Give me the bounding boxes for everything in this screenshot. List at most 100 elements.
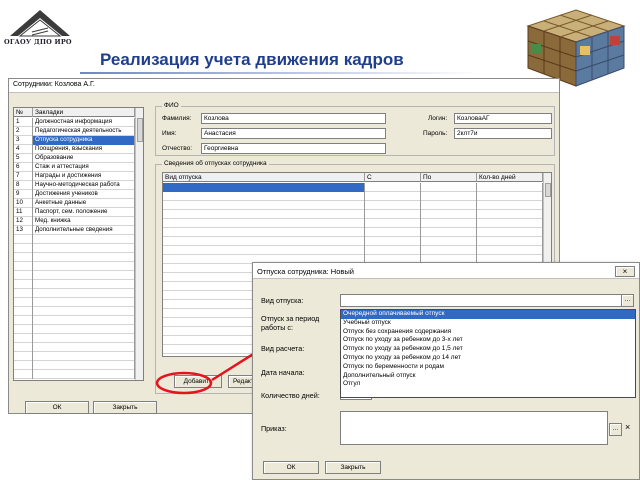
table-cell xyxy=(477,183,543,192)
logo-text: ОГАОУ ДПО ИРО xyxy=(4,38,72,46)
order-clear-icon[interactable]: × xyxy=(625,423,630,432)
table-row[interactable] xyxy=(163,237,543,246)
table-cell xyxy=(421,237,477,246)
row-name: Достижения учеников xyxy=(33,190,135,199)
row-name xyxy=(33,235,135,244)
table-row[interactable] xyxy=(163,246,543,255)
dropdown-option[interactable]: Отпуск по уходу за ребенком до 3-х лет xyxy=(341,336,635,345)
table-row[interactable]: 2 Педагогическая деятельность xyxy=(14,127,135,136)
dropdown-option[interactable]: Отгул xyxy=(341,380,635,389)
dialog-close-button[interactable]: Закрыть xyxy=(325,461,381,474)
table-row[interactable]: 13 Дополнительные сведения xyxy=(14,226,135,235)
table-row[interactable] xyxy=(14,334,135,343)
row-num: 6 xyxy=(14,163,33,172)
dialog-titlebar: Отпуска сотрудника: Новый xyxy=(253,263,639,279)
table-row[interactable] xyxy=(14,280,135,289)
table-row[interactable] xyxy=(163,219,543,228)
patronymic-field[interactable]: Георгиевна xyxy=(201,143,386,154)
table-row[interactable]: 5 Образование xyxy=(14,154,135,163)
table-row[interactable] xyxy=(163,201,543,210)
table-row[interactable]: 1 Должностная информация xyxy=(14,118,135,127)
row-num xyxy=(14,298,33,307)
order-select-button[interactable]: ... xyxy=(609,423,622,436)
table-row[interactable] xyxy=(14,235,135,244)
table-row[interactable]: 7 Награды и достижения xyxy=(14,172,135,181)
table-row[interactable] xyxy=(14,307,135,316)
row-name: Дополнительные сведения xyxy=(33,226,135,235)
password-field[interactable]: 2клт7и xyxy=(454,128,552,139)
table-cell xyxy=(477,192,543,201)
dropdown-option[interactable]: Очередной оплачиваемый отпуск xyxy=(341,310,635,319)
table-row[interactable] xyxy=(163,228,543,237)
login-field[interactable]: КозловаАГ xyxy=(454,113,552,124)
table-row[interactable]: 6 Стаж и аттестация xyxy=(14,163,135,172)
name-field[interactable]: Анастасия xyxy=(201,128,386,139)
row-name: Паспорт, сем. положение xyxy=(33,208,135,217)
bookmarks-scrollbar[interactable] xyxy=(135,108,143,380)
row-num: 11 xyxy=(14,208,33,217)
dropdown-option[interactable]: Дополнительный отпуск xyxy=(341,372,635,381)
vacation-type-dropdown-button[interactable]: ... xyxy=(621,294,634,307)
table-row[interactable] xyxy=(14,352,135,361)
table-row[interactable] xyxy=(14,262,135,271)
table-cell xyxy=(163,219,365,228)
new-vacation-dialog: Отпуска сотрудника: Новый × Вид отпуска:… xyxy=(252,262,640,480)
table-row[interactable] xyxy=(163,192,543,201)
close-button[interactable]: Закрыть xyxy=(93,401,157,414)
dropdown-option[interactable]: Отпуск по беременности и родам xyxy=(341,363,635,372)
col-num-header[interactable]: № xyxy=(14,108,33,117)
slide-title: Реализация учета движения кадров xyxy=(100,50,404,69)
table-row[interactable] xyxy=(14,316,135,325)
table-row[interactable]: 4 Поощрения, взыскания xyxy=(14,145,135,154)
vacation-type-select[interactable] xyxy=(340,294,622,307)
ok-button[interactable]: ОК xyxy=(25,401,89,414)
table-row[interactable] xyxy=(14,343,135,352)
row-name xyxy=(33,280,135,289)
col-type-header[interactable]: Вид отпуска xyxy=(163,173,365,182)
col-to-header[interactable]: По xyxy=(421,173,477,182)
row-num: 7 xyxy=(14,172,33,181)
row-name: Должностная информация xyxy=(33,118,135,127)
table-cell xyxy=(365,219,421,228)
row-num xyxy=(14,352,33,361)
add-button[interactable]: Добавить xyxy=(174,375,222,388)
row-num xyxy=(14,262,33,271)
table-row[interactable] xyxy=(14,271,135,280)
fio-group-label: ФИО xyxy=(162,102,181,110)
table-cell xyxy=(365,192,421,201)
table-row[interactable] xyxy=(14,289,135,298)
dialog-close-icon[interactable]: × xyxy=(615,266,635,277)
row-name xyxy=(33,307,135,316)
table-row[interactable]: 3 Отпуска сотрудника xyxy=(14,136,135,145)
table-row[interactable] xyxy=(14,361,135,370)
col-name-header[interactable]: Закладки xyxy=(33,108,135,117)
table-row[interactable]: 10 Анкетные данные xyxy=(14,199,135,208)
table-row[interactable]: 8 Научно-методическая работа xyxy=(14,181,135,190)
table-row[interactable] xyxy=(14,253,135,262)
table-row[interactable]: 9 Достижения учеников xyxy=(14,190,135,199)
scroll-thumb[interactable] xyxy=(545,183,551,197)
table-row[interactable] xyxy=(14,298,135,307)
table-row[interactable]: 11 Паспорт, сем. положение xyxy=(14,208,135,217)
row-num: 9 xyxy=(14,190,33,199)
col-from-header[interactable]: С xyxy=(365,173,421,182)
row-name: Мед. книжка xyxy=(33,217,135,226)
table-row[interactable] xyxy=(14,370,135,379)
row-name: Стаж и аттестация xyxy=(33,163,135,172)
order-field[interactable] xyxy=(340,411,608,445)
dropdown-option[interactable]: Учебный отпуск xyxy=(341,319,635,328)
table-row[interactable]: 12 Мед. книжка xyxy=(14,217,135,226)
dropdown-option[interactable]: Отпуск по уходу за ребенком до 14 лет xyxy=(341,354,635,363)
row-name xyxy=(33,334,135,343)
table-row[interactable] xyxy=(14,325,135,334)
table-row[interactable] xyxy=(163,210,543,219)
work-period-label: Отпуск за период работы с: xyxy=(261,314,320,332)
dialog-ok-button[interactable]: ОК xyxy=(263,461,319,474)
col-days-header[interactable]: Кол-во дней xyxy=(477,173,543,182)
surname-field[interactable]: Козлова xyxy=(201,113,386,124)
table-row[interactable] xyxy=(14,244,135,253)
scroll-thumb[interactable] xyxy=(137,118,143,142)
table-row[interactable] xyxy=(163,183,543,192)
dropdown-option[interactable]: Отпуск по уходу за ребенком до 1,5 лет xyxy=(341,345,635,354)
table-cell xyxy=(365,237,421,246)
